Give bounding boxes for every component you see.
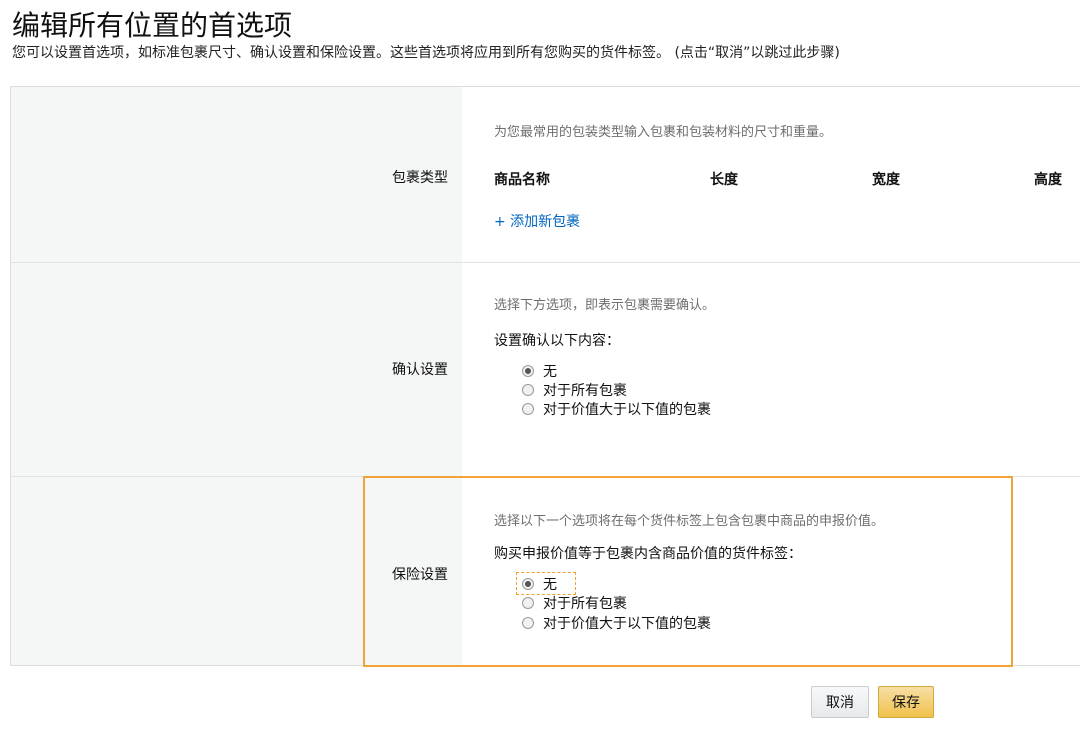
- preferences-panel: 包裹类型 为您最常用的包装类型输入包裹和包装材料的尺寸和重量。 商品名称 长度 …: [10, 86, 1080, 666]
- page-subtitle: 您可以设置首选项，如标准包裹尺寸、确认设置和保险设置。这些首选项将应用到所有您购…: [12, 45, 840, 61]
- insurance-label: 保险设置: [392, 567, 448, 583]
- preferences-page: 编辑所有位置的首选项 您可以设置首选项，如标准包裹尺寸、确认设置和保险设置。这些…: [0, 0, 1080, 730]
- radio-button[interactable]: [522, 384, 534, 396]
- column-header-width: 宽度: [872, 172, 900, 188]
- confirmation-hint: 选择下方选项，即表示包裹需要确认。: [494, 298, 716, 313]
- cancel-button[interactable]: 取消: [811, 686, 869, 718]
- save-button[interactable]: 保存: [878, 686, 934, 718]
- radio-label: 无: [543, 364, 557, 380]
- add-package-link[interactable]: + 添加新包裹: [494, 211, 580, 231]
- radio-button-checked[interactable]: [522, 578, 534, 590]
- radio-button[interactable]: [522, 403, 534, 415]
- page-title: 编辑所有位置的首选项: [12, 9, 293, 42]
- insurance-option-none[interactable]: 无: [522, 575, 557, 593]
- insurance-content: 选择以下一个选项将在每个货件标签上包含包裹中商品的申报价值。 购买申报价值等于包…: [462, 477, 1080, 665]
- package-types-content: 为您最常用的包装类型输入包裹和包装材料的尺寸和重量。 商品名称 长度 宽度 高度…: [462, 87, 1080, 262]
- radio-button-checked[interactable]: [522, 365, 534, 377]
- radio-label: 对于价值大于以下值的包裹: [543, 402, 711, 418]
- radio-label: 无: [543, 577, 557, 593]
- confirmation-label: 确认设置: [392, 362, 448, 378]
- radio-label: 对于所有包裹: [543, 383, 627, 399]
- insurance-section: 保险设置 选择以下一个选项将在每个货件标签上包含包裹中商品的申报价值。 购买申报…: [11, 477, 1080, 665]
- confirmation-option-value-above[interactable]: 对于价值大于以下值的包裹: [522, 400, 711, 418]
- radio-label: 对于价值大于以下值的包裹: [543, 616, 711, 632]
- column-header-length: 长度: [710, 172, 738, 188]
- confirmation-option-all[interactable]: 对于所有包裹: [522, 381, 627, 399]
- confirmation-content: 选择下方选项，即表示包裹需要确认。 设置确认以下内容： 无 对于所有包裹 对于价…: [462, 263, 1080, 476]
- insurance-option-value-above[interactable]: 对于价值大于以下值的包裹: [522, 614, 711, 632]
- insurance-prompt: 购买申报价值等于包裹内含商品价值的货件标签：: [494, 546, 802, 562]
- insurance-label-cell: 保险设置: [11, 477, 462, 665]
- package-types-section: 包裹类型 为您最常用的包装类型输入包裹和包装材料的尺寸和重量。 商品名称 长度 …: [11, 87, 1080, 263]
- column-header-product-name: 商品名称: [494, 172, 550, 188]
- insurance-option-all[interactable]: 对于所有包裹: [522, 594, 627, 612]
- insurance-hint: 选择以下一个选项将在每个货件标签上包含包裹中商品的申报价值。: [494, 514, 885, 529]
- package-types-hint: 为您最常用的包装类型输入包裹和包装材料的尺寸和重量。: [494, 125, 833, 140]
- radio-button[interactable]: [522, 597, 534, 609]
- package-types-label: 包裹类型: [392, 170, 448, 186]
- confirmation-prompt: 设置确认以下内容：: [494, 333, 620, 349]
- package-types-label-cell: 包裹类型: [11, 87, 462, 262]
- radio-button[interactable]: [522, 617, 534, 629]
- confirmation-section: 确认设置 选择下方选项，即表示包裹需要确认。 设置确认以下内容： 无 对于所有包…: [11, 263, 1080, 477]
- radio-label: 对于所有包裹: [543, 596, 627, 612]
- confirmation-label-cell: 确认设置: [11, 263, 462, 476]
- confirmation-option-none[interactable]: 无: [522, 362, 557, 380]
- column-header-height: 高度: [1034, 172, 1062, 188]
